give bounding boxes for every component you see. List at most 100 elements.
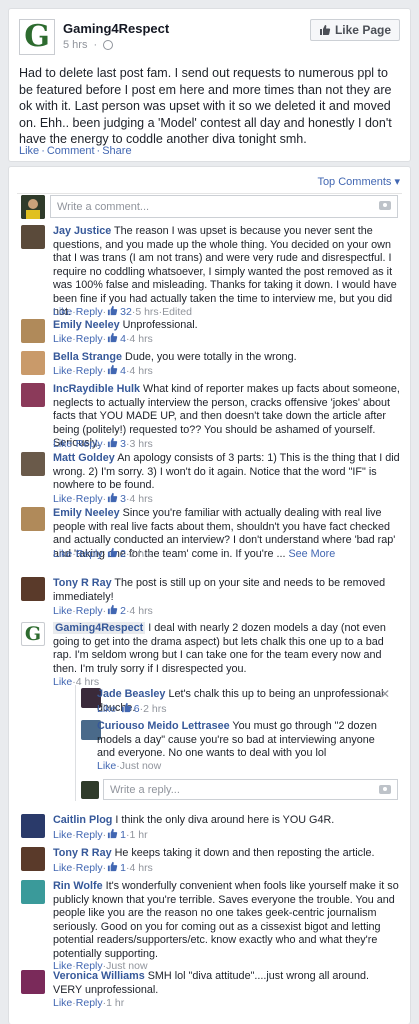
comment-actions: Like · 4 hrs	[53, 676, 99, 688]
commenter-avatar[interactable]	[21, 880, 45, 904]
commenter-avatar[interactable]	[21, 383, 45, 407]
page-name-link[interactable]: Gaming4Respect	[63, 21, 169, 36]
comment-time[interactable]: 4 hrs	[129, 333, 152, 345]
like-count[interactable]: 1	[106, 828, 126, 841]
like-count[interactable]: 2	[106, 547, 126, 560]
comment-actions: Like · Reply · 2 · 2 hrs	[53, 547, 153, 561]
commenter-name-link[interactable]: Gaming4Respect	[53, 622, 146, 634]
like-count-icon	[108, 604, 118, 615]
like-count[interactable]: 32	[106, 305, 132, 318]
comment-like-link[interactable]: Like	[97, 703, 116, 715]
comment-like-link[interactable]: Like	[53, 548, 72, 560]
comment-reply-link[interactable]: Reply	[76, 829, 103, 841]
like-count[interactable]: 4	[106, 364, 126, 377]
commenter-avatar[interactable]	[21, 225, 45, 249]
comment-body: Tony R Ray He keeps taking it down and t…	[53, 847, 401, 861]
comment-time[interactable]: 4 hrs	[129, 493, 152, 505]
commenter-avatar[interactable]	[21, 351, 45, 375]
comment-reply-link[interactable]: Reply	[76, 438, 103, 450]
comment-time[interactable]: 4 hrs	[76, 676, 99, 688]
thumbs-up-icon	[319, 25, 331, 35]
comment-time[interactable]: 4 hrs	[129, 365, 152, 377]
comment-time[interactable]: 1 hr	[106, 997, 124, 1009]
commenter-name-link[interactable]: Jay Justice	[53, 225, 111, 237]
commenter-name-link[interactable]: Emily Neeley	[53, 507, 120, 519]
comment-time[interactable]: 4 hrs	[129, 605, 152, 617]
commenter-name-link[interactable]: Jade Beasley	[97, 688, 165, 700]
comment-time[interactable]: 5 hrs	[135, 306, 158, 318]
commenter-avatar[interactable]	[21, 814, 45, 838]
commenter-name-link[interactable]: Curiouso Meido Lettrasee	[97, 720, 230, 732]
post-time[interactable]: 5 hrs	[63, 39, 87, 51]
comment-like-link[interactable]: Like	[53, 676, 72, 688]
commenter-avatar[interactable]	[21, 577, 45, 601]
comment-reply-link[interactable]: Reply	[76, 862, 103, 874]
comment-time[interactable]: 3 hrs	[129, 438, 152, 450]
comment-like-link[interactable]: Like	[53, 438, 72, 450]
like-count[interactable]: 3	[106, 437, 126, 450]
top-comments-dropdown[interactable]: Top Comments ▾	[317, 175, 400, 188]
comment-reply-link[interactable]: Reply	[76, 605, 103, 617]
like-page-button[interactable]: Like Page	[309, 19, 400, 41]
comment-like-link[interactable]: Like	[53, 605, 72, 617]
close-icon[interactable]: ✕	[380, 687, 390, 701]
like-count[interactable]: 6	[120, 702, 140, 715]
comment-reply-link[interactable]: Reply	[76, 365, 103, 377]
post-comment-link[interactable]: Comment	[47, 145, 95, 157]
comment-body: Tony R Ray The post is still up on your …	[53, 577, 401, 604]
commenter-name-link[interactable]: Matt Goldey	[53, 452, 115, 464]
comment-reply-link[interactable]: Reply	[76, 306, 103, 318]
comment-like-link[interactable]: Like	[53, 862, 72, 874]
commenter-name-link[interactable]: Rin Wolfe	[53, 880, 103, 892]
like-count[interactable]: 1	[106, 861, 126, 874]
comment-like-link[interactable]: Like	[53, 365, 72, 377]
like-count-icon	[108, 332, 118, 343]
comment-input[interactable]: Write a comment...	[50, 195, 398, 218]
like-count[interactable]: 2	[106, 604, 126, 617]
commenter-avatar[interactable]	[21, 319, 45, 343]
commenter-name-link[interactable]: Caitlin Plog	[53, 814, 112, 826]
commenter-avatar[interactable]	[21, 507, 45, 531]
comment-like-link[interactable]: Like	[53, 829, 72, 841]
like-count[interactable]: 4	[106, 332, 126, 345]
comment-like-link[interactable]: Like	[53, 333, 72, 345]
comment-time[interactable]: 2 hrs	[129, 548, 152, 560]
commenter-name-link[interactable]: Bella Strange	[53, 351, 122, 363]
camera-icon[interactable]	[379, 785, 391, 794]
comment-body: Gaming4Respect I deal with nearly 2 doze…	[53, 622, 401, 676]
comment-reply-link[interactable]: Reply	[76, 333, 103, 345]
comment-like-link[interactable]: Like	[97, 760, 116, 772]
reply-input[interactable]: Write a reply...	[103, 779, 398, 800]
comment-reply-link[interactable]: Reply	[76, 493, 103, 505]
commenter-name-link[interactable]: IncRaydible Hulk	[53, 383, 140, 395]
divider	[17, 193, 402, 194]
comment-body: Rin Wolfe It's wonderfully convenient wh…	[53, 880, 401, 961]
page-logo[interactable]: G	[19, 19, 55, 55]
comment-like-link[interactable]: Like	[53, 997, 72, 1009]
comment-actions: Like · Reply · 2 · 4 hrs	[53, 604, 153, 618]
camera-icon[interactable]	[379, 201, 391, 210]
comment-time[interactable]: 4 hrs	[129, 862, 152, 874]
commenter-avatar[interactable]	[21, 970, 45, 994]
commenter-name-link[interactable]: Veronica Williams	[53, 970, 145, 982]
commenter-avatar[interactable]: G	[21, 622, 45, 646]
comment-time[interactable]: Just now	[120, 760, 161, 772]
commenter-avatar[interactable]	[21, 847, 45, 871]
comment-reply-link[interactable]: Reply	[76, 997, 103, 1009]
post-like-link[interactable]: Like	[19, 145, 39, 157]
commenter-name-link[interactable]: Tony R Ray	[53, 847, 112, 859]
comment-actions: Like · Reply · 3 · 4 hrs	[53, 492, 153, 506]
comment-like-link[interactable]: Like	[53, 306, 72, 318]
comment-time[interactable]: 1 hr	[129, 829, 147, 841]
see-more-link[interactable]: See More	[288, 548, 335, 560]
comment-text: Unprofessional.	[122, 319, 198, 331]
comment-time[interactable]: 2 hrs	[143, 703, 166, 715]
commenter-name-link[interactable]: Tony R Ray	[53, 577, 112, 589]
comment-reply-link[interactable]: Reply	[76, 548, 103, 560]
post-share-link[interactable]: Share	[102, 145, 131, 157]
commenter-avatar[interactable]	[21, 452, 45, 476]
like-count[interactable]: 3	[106, 492, 126, 505]
like-count-icon	[108, 547, 118, 558]
comment-like-link[interactable]: Like	[53, 493, 72, 505]
commenter-name-link[interactable]: Emily Neeley	[53, 319, 120, 331]
